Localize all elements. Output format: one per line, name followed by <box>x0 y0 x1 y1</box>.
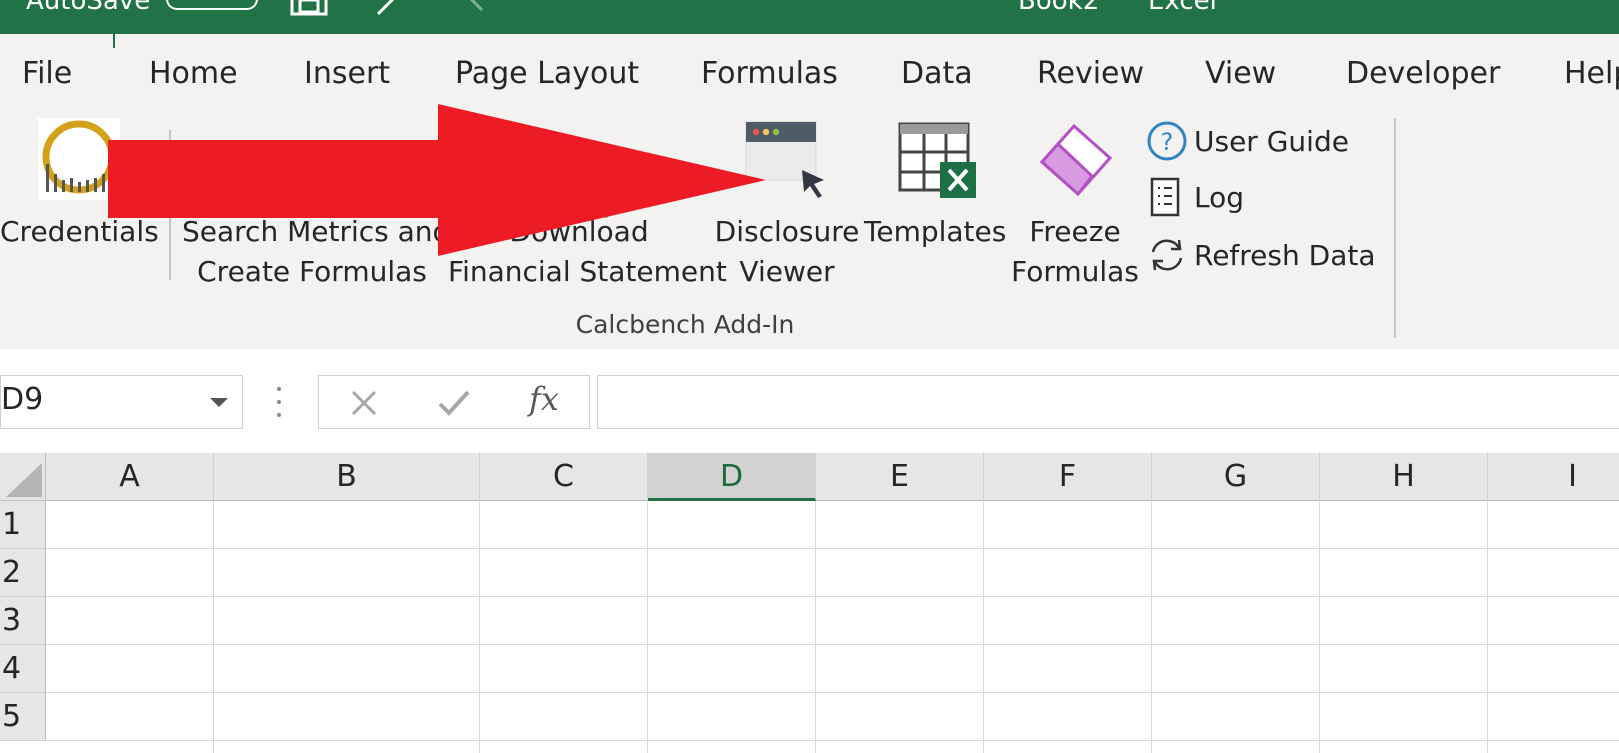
freeze-label-line1: Freeze <box>1029 215 1121 248</box>
group-separator <box>169 130 171 280</box>
disclosure-viewer-button[interactable]: Disclosure Viewer <box>714 118 860 318</box>
freeze-label-line2: Formulas <box>1011 255 1139 288</box>
search-label-line1: Search Metrics and <box>182 215 451 248</box>
worksheet-grid: A B C D E F G H I 1 2 3 4 5 <box>0 453 1619 753</box>
search-magnifier-icon <box>276 160 332 216</box>
column-header-c[interactable]: C <box>480 453 648 501</box>
cell-grid[interactable] <box>46 501 1619 753</box>
name-box[interactable]: D9 <box>0 375 243 429</box>
refresh-data-button[interactable]: Refresh Data <box>1146 234 1376 278</box>
group-label: Calcbench Add-In <box>575 310 795 339</box>
freeze-formulas-button[interactable]: Freeze Formulas <box>1008 118 1142 318</box>
table-excel-icon <box>898 122 976 198</box>
row-header-5[interactable]: 5 <box>0 693 46 741</box>
tab-formulas[interactable]: Formulas <box>701 56 838 91</box>
document-list-icon <box>1150 177 1180 217</box>
column-header-h[interactable]: H <box>1320 453 1488 501</box>
tab-view[interactable]: View <box>1205 56 1276 91</box>
cancel-icon[interactable] <box>349 388 379 418</box>
column-header-a[interactable]: A <box>46 453 214 501</box>
insert-function-button[interactable]: fx <box>529 380 559 418</box>
refresh-data-label: Refresh Data <box>1194 239 1376 272</box>
search-label-line2: Create Formulas <box>197 255 427 288</box>
row-header-2[interactable]: 2 <box>0 549 46 597</box>
refresh-arrows-icon <box>1151 239 1183 271</box>
search-metrics-button[interactable]: Search Metrics and Create Formulas <box>182 118 451 318</box>
tab-data[interactable]: Data <box>901 56 973 91</box>
app-name: Excel <box>1148 0 1217 16</box>
calcbench-logo-icon <box>38 118 120 200</box>
row-header-1[interactable]: 1 <box>0 501 46 549</box>
formula-buttons: fx <box>318 375 590 429</box>
download-label-line2: Financial Statement <box>448 255 727 288</box>
tab-help[interactable]: Help <box>1564 56 1619 91</box>
tab-indicator <box>113 34 115 48</box>
chevron-down-icon[interactable] <box>210 398 228 407</box>
column-header-b[interactable]: B <box>214 453 480 501</box>
row-header-3[interactable]: 3 <box>0 597 46 645</box>
enter-check-icon[interactable] <box>437 388 471 418</box>
question-circle-icon: ? <box>1147 121 1187 161</box>
column-header-i[interactable]: I <box>1488 453 1619 501</box>
column-header-g[interactable]: G <box>1152 453 1320 501</box>
autosave-toggle[interactable] <box>166 0 258 10</box>
select-all-corner[interactable] <box>0 453 46 501</box>
tab-page-layout[interactable]: Page Layout <box>455 56 639 91</box>
disclosure-label-line1: Disclosure <box>714 215 860 248</box>
tab-home[interactable]: Home <box>149 56 238 91</box>
redo-icon[interactable] <box>462 0 492 16</box>
tab-review[interactable]: Review <box>1037 56 1144 91</box>
credentials-button[interactable]: Credentials <box>0 118 159 278</box>
autosave-label: AutoSave <box>26 0 151 16</box>
ribbon: File Home Insert Page Layout Formulas Da… <box>0 34 1619 349</box>
document-title: Book2 <box>1018 0 1100 16</box>
title-bar: AutoSave Book2 Excel <box>0 0 1619 34</box>
tab-developer[interactable]: Developer <box>1346 56 1500 91</box>
tab-file[interactable]: File <box>22 56 72 91</box>
tab-insert[interactable]: Insert <box>304 56 390 91</box>
row-header-4[interactable]: 4 <box>0 645 46 693</box>
credentials-label: Credentials <box>0 215 159 248</box>
formula-bar: D9 fx <box>0 349 1619 453</box>
eraser-icon <box>1039 123 1113 197</box>
templates-button[interactable]: Templates <box>864 118 1007 278</box>
select-all-triangle-icon <box>6 463 42 497</box>
customize-qa-icon[interactable] <box>556 0 576 16</box>
disclosure-label-line2: Viewer <box>739 255 835 288</box>
name-box-value: D9 <box>1 382 44 417</box>
table-download-icon <box>534 158 608 218</box>
column-header-f[interactable]: F <box>984 453 1152 501</box>
undo-icon[interactable] <box>376 0 406 16</box>
user-guide-button[interactable]: ? User Guide <box>1146 120 1349 164</box>
log-label: Log <box>1194 181 1245 214</box>
svg-text:?: ? <box>1161 128 1174 156</box>
column-header-d[interactable]: D <box>648 453 816 501</box>
browser-window-cursor-icon <box>745 121 824 198</box>
templates-label: Templates <box>864 215 1007 248</box>
group-end-separator <box>1394 118 1396 338</box>
log-button[interactable]: Log <box>1146 176 1256 220</box>
user-guide-label: User Guide <box>1194 125 1349 158</box>
download-financial-statement-button[interactable]: Download Financial Statement <box>448 118 727 318</box>
grip-icon[interactable] <box>276 385 282 419</box>
formula-input[interactable] <box>597 375 1619 429</box>
save-icon[interactable] <box>290 0 330 16</box>
download-label-line1: Download <box>509 215 649 248</box>
column-header-e[interactable]: E <box>816 453 984 501</box>
